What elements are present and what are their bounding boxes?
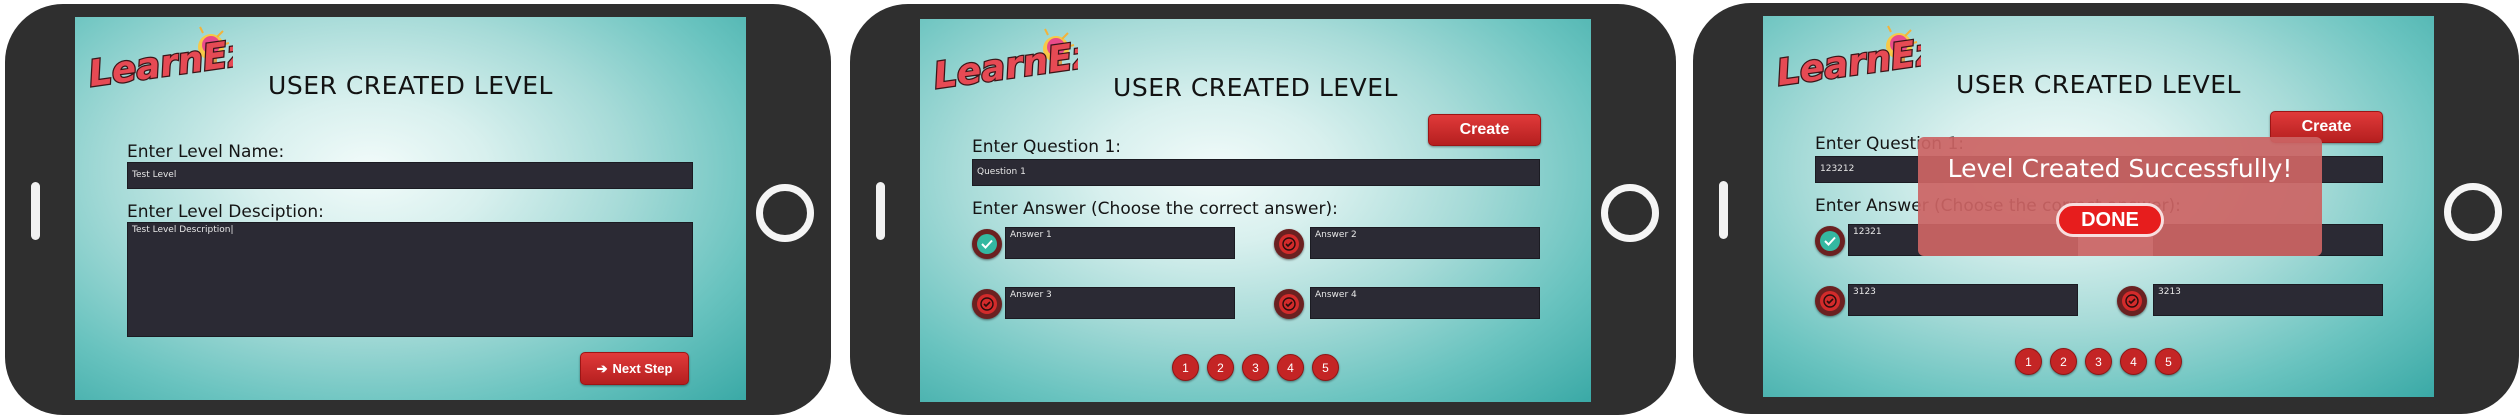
correct-answer-toggle-1[interactable] <box>1815 226 1845 256</box>
question-pagination: 1 2 3 4 5 <box>1763 348 2434 375</box>
answer-input-3[interactable]: 3123 <box>1848 284 2078 316</box>
check-icon <box>981 239 993 249</box>
page-button-2[interactable]: 2 <box>1207 354 1234 381</box>
level-name-input[interactable]: Test Level <box>127 162 693 189</box>
page-button-3[interactable]: 3 <box>1242 354 1269 381</box>
screen-level-details: LearnEz USER CREATED LEVEL Enter Level N… <box>75 17 746 400</box>
create-button[interactable]: Create <box>1428 114 1541 146</box>
page-button-1[interactable]: 1 <box>1172 354 1199 381</box>
correct-answer-toggle-3[interactable] <box>1815 286 1845 316</box>
page-title: USER CREATED LEVEL <box>1956 70 2241 99</box>
next-step-button[interactable]: ➔ Next Step <box>580 352 689 385</box>
arrow-right-icon: ➔ <box>596 360 608 376</box>
level-name-label: Enter Level Name: <box>127 142 285 162</box>
level-description-textarea[interactable]: Test Level Description| <box>127 222 693 337</box>
phone-frame-2: LearnEz USER CREATED LEVEL Create Enter … <box>850 4 1676 415</box>
correct-answer-toggle-4[interactable] <box>2117 286 2147 316</box>
home-button[interactable] <box>1601 184 1659 242</box>
page-button-4[interactable]: 4 <box>1277 354 1304 381</box>
page-title: USER CREATED LEVEL <box>268 71 553 100</box>
level-description-label: Enter Level Desciption: <box>127 202 324 222</box>
check-icon <box>1824 236 1836 246</box>
success-message: Level Created Successfully! <box>1947 154 2293 183</box>
correct-answer-toggle-4[interactable] <box>1274 289 1304 319</box>
screen-level-created: LearnEz USER CREATED LEVEL Create Enter … <box>1763 16 2434 397</box>
text-cursor: | <box>230 225 234 235</box>
next-step-label: Next Step <box>612 361 673 376</box>
check-circle-icon <box>980 297 994 311</box>
screen-question-editor: LearnEz USER CREATED LEVEL Create Enter … <box>920 19 1591 402</box>
answer-input-4[interactable]: 3213 <box>2153 284 2383 316</box>
answer-input-3[interactable]: Answer 3 <box>1005 287 1235 319</box>
answer-input-2[interactable]: Answer 2 <box>1310 227 1540 259</box>
speaker-slot <box>31 182 40 240</box>
home-button[interactable] <box>756 184 814 242</box>
answer-input-1[interactable]: Answer 1 <box>1005 227 1235 259</box>
done-button[interactable]: DONE <box>2056 203 2164 237</box>
page-button-5[interactable]: 5 <box>2155 348 2182 375</box>
question-pagination: 1 2 3 4 5 <box>920 354 1591 381</box>
check-circle-icon <box>1282 297 1296 311</box>
check-circle-icon <box>2125 294 2139 308</box>
answer-label: Enter Answer (Choose the correct answer)… <box>972 199 1338 219</box>
answer-input-4[interactable]: Answer 4 <box>1310 287 1540 319</box>
correct-answer-toggle-1[interactable] <box>972 229 1002 259</box>
check-circle-icon <box>1823 294 1837 308</box>
correct-answer-toggle-3[interactable] <box>972 289 1002 319</box>
page-button-1[interactable]: 1 <box>2015 348 2042 375</box>
page-title: USER CREATED LEVEL <box>1113 73 1398 102</box>
home-button[interactable] <box>2444 183 2502 241</box>
page-button-4[interactable]: 4 <box>2120 348 2147 375</box>
description-text: Test Level Description <box>132 225 231 235</box>
speaker-slot <box>1719 181 1728 239</box>
success-modal: Level Created Successfully! DONE <box>1918 137 2322 256</box>
question-input[interactable]: Question 1 <box>972 159 1540 186</box>
speaker-slot <box>876 182 885 240</box>
page-button-5[interactable]: 5 <box>1312 354 1339 381</box>
correct-answer-toggle-2[interactable] <box>1274 229 1304 259</box>
page-button-3[interactable]: 3 <box>2085 348 2112 375</box>
check-circle-icon <box>1282 237 1296 251</box>
phone-frame-1: LearnEz USER CREATED LEVEL Enter Level N… <box>5 4 831 415</box>
question-label: Enter Question 1: <box>972 137 1122 157</box>
page-button-2[interactable]: 2 <box>2050 348 2077 375</box>
phone-frame-3: LearnEz USER CREATED LEVEL Create Enter … <box>1693 3 2519 414</box>
